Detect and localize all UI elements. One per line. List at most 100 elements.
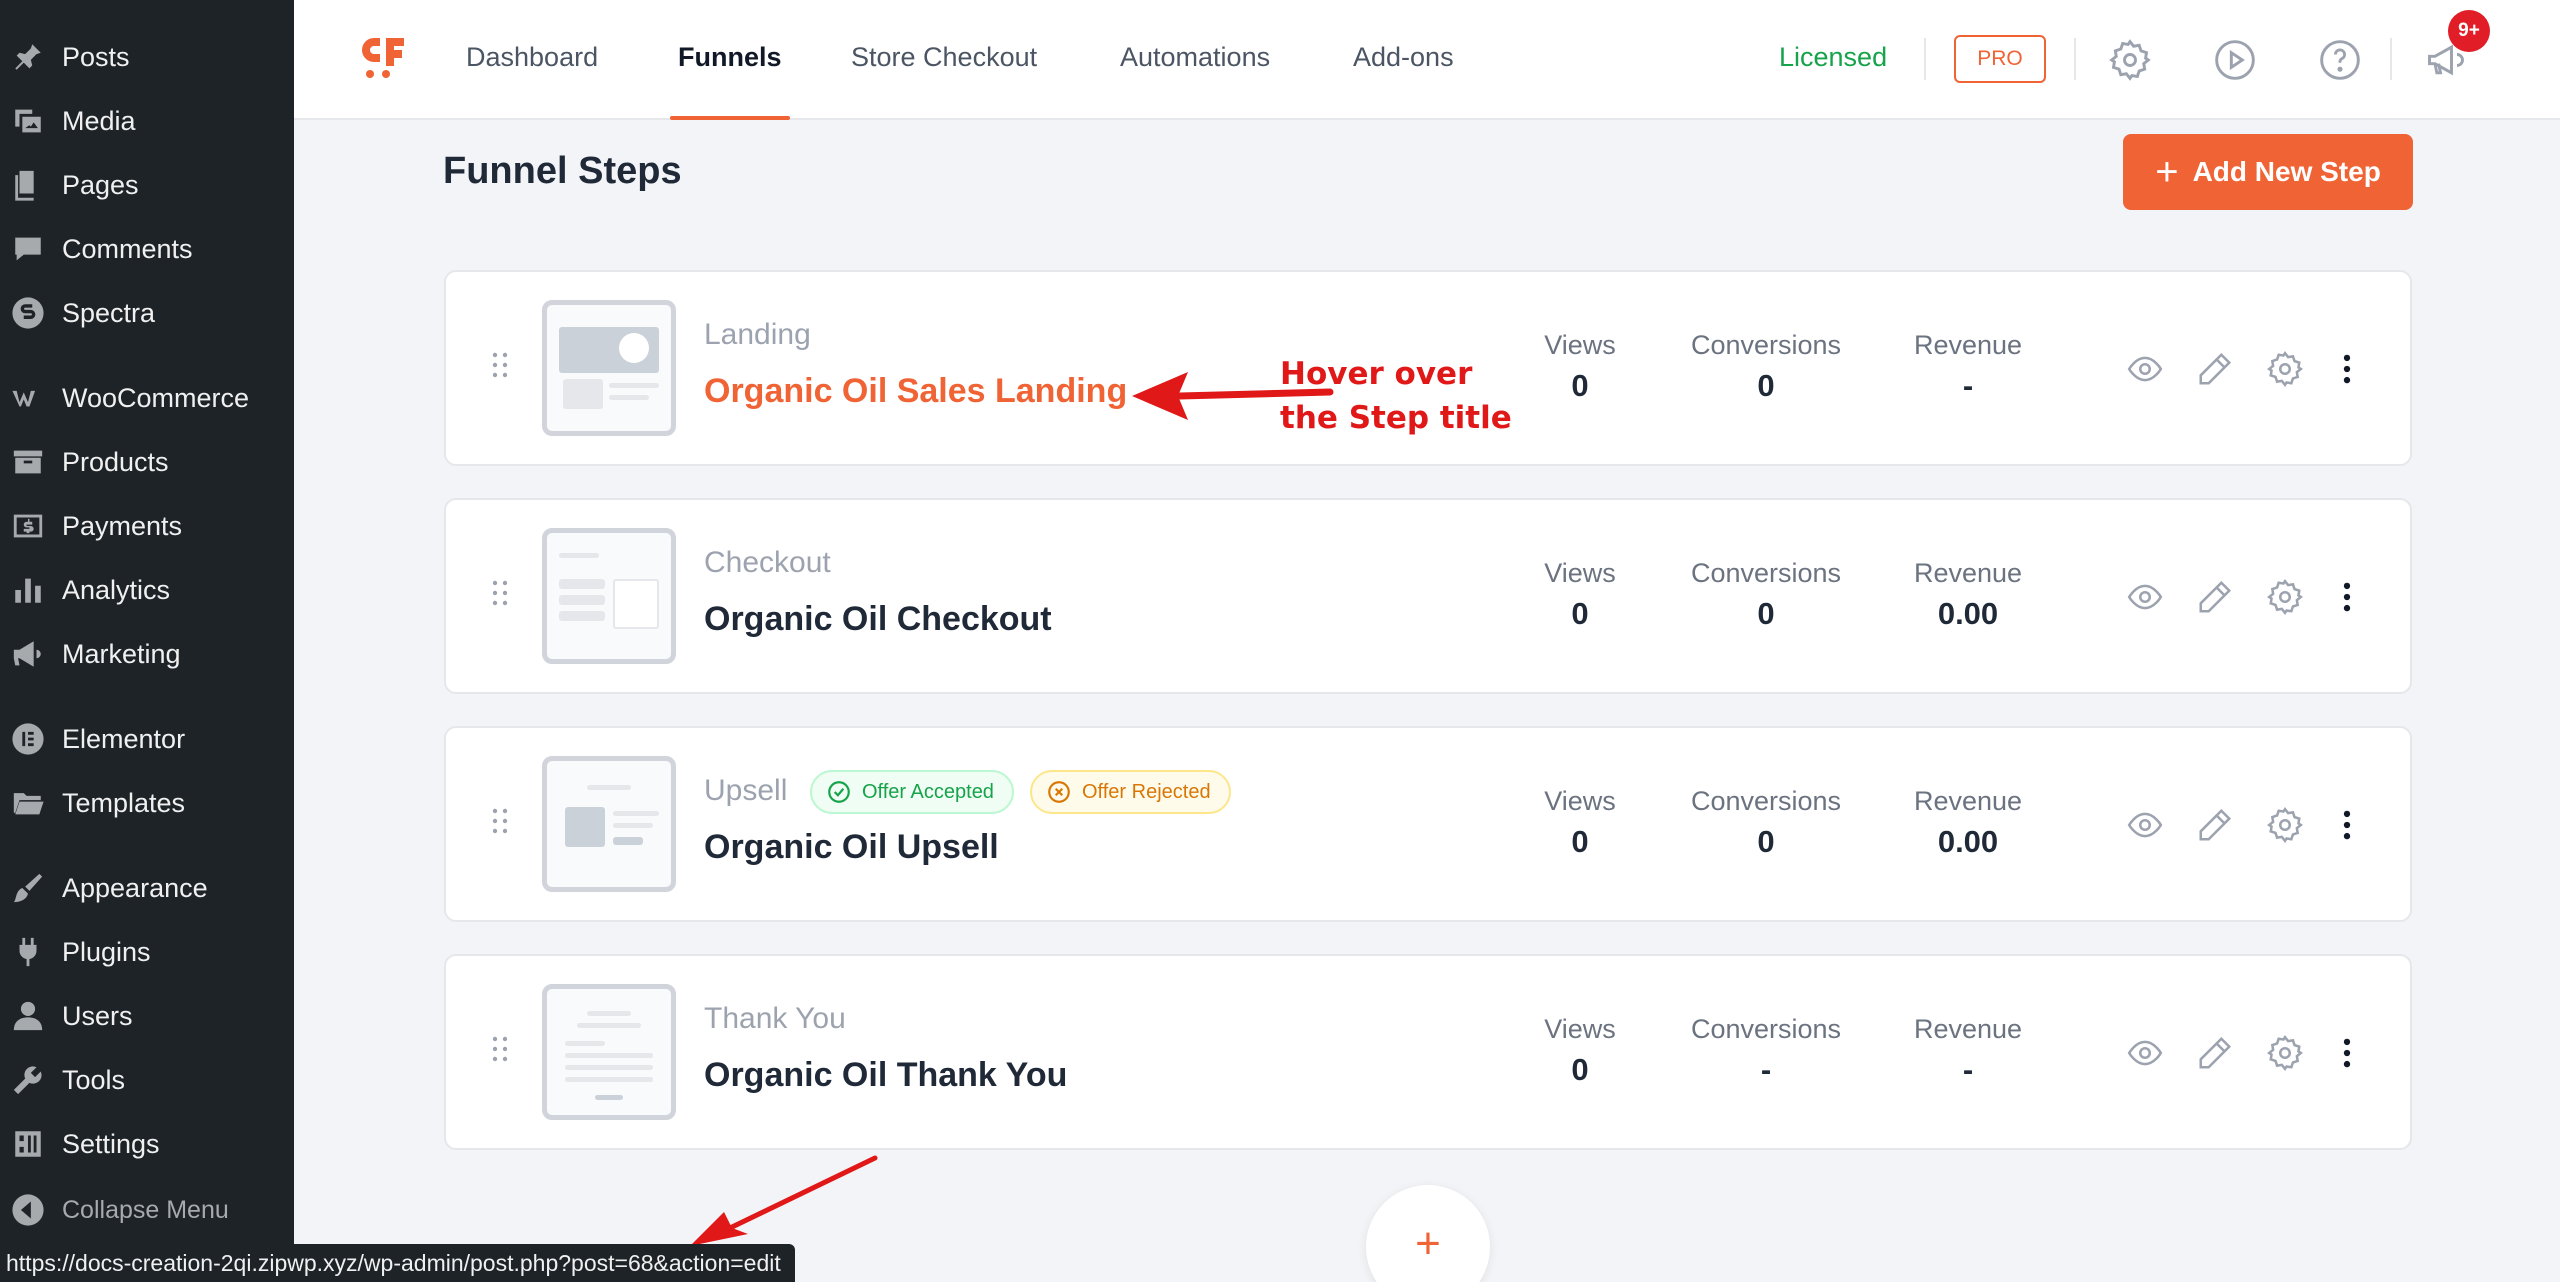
gear-icon[interactable] <box>2266 578 2304 616</box>
check-circle-icon <box>828 781 850 803</box>
annotation-text: Hover over the Step title <box>1280 352 1540 440</box>
sidebar-item-templates[interactable]: Templates <box>0 775 294 831</box>
eye-icon[interactable] <box>2126 578 2164 616</box>
tab-label: Funnels <box>678 42 782 72</box>
add-step-circle-button[interactable]: + <box>1366 1185 1490 1282</box>
edit-pencil-icon[interactable] <box>2196 806 2234 844</box>
wrench-icon <box>8 1060 48 1100</box>
brush-icon <box>8 868 48 908</box>
sidebar-item-appearance[interactable]: Appearance <box>0 860 294 916</box>
tab-store-checkout[interactable]: Store Checkout <box>851 42 1037 120</box>
sidebar-item-products[interactable]: Products <box>0 434 294 490</box>
tab-automations[interactable]: Automations <box>1120 42 1270 120</box>
sidebar-item-settings[interactable]: Settings <box>0 1116 294 1172</box>
revenue-value: 0.00 <box>1937 596 1999 631</box>
drag-handle-icon[interactable] <box>490 806 510 836</box>
cartflows-logo[interactable] <box>356 30 412 86</box>
play-icon[interactable] <box>2213 38 2257 82</box>
active-tab-indicator <box>670 116 790 120</box>
step-title-link[interactable]: Organic Oil Checkout <box>704 600 1052 639</box>
sidebar-item-pages[interactable]: Pages <box>0 157 294 213</box>
eye-icon[interactable] <box>2126 1034 2164 1072</box>
views-label: Views <box>1544 786 1616 816</box>
bar-chart-icon <box>8 570 48 610</box>
revenue-label: Revenue <box>1913 786 2023 816</box>
views-label: Views <box>1544 1014 1616 1044</box>
comment-icon <box>8 229 48 269</box>
sidebar-item-label: Analytics <box>62 574 171 605</box>
step-title-link[interactable]: Organic Oil Upsell <box>704 828 999 867</box>
edit-pencil-icon[interactable] <box>2196 578 2234 616</box>
plug-icon <box>8 932 48 972</box>
tab-dashboard[interactable]: Dashboard <box>466 42 598 120</box>
step-title-link[interactable]: Organic Oil Thank You <box>704 1056 1067 1095</box>
offer-rejected-label: Offer Rejected <box>1082 780 1211 803</box>
sidebar-item-label: Spectra <box>62 297 156 328</box>
box-icon <box>8 442 48 482</box>
gear-icon[interactable] <box>2266 806 2304 844</box>
step-type: Upsell <box>704 774 788 807</box>
revenue-value: - <box>1962 1052 1974 1087</box>
collapse-menu-button[interactable]: Collapse Menu <box>0 1182 294 1238</box>
offer-accepted-badge[interactable]: Offer Accepted <box>810 770 1014 814</box>
drag-handle-icon[interactable] <box>490 350 510 380</box>
help-icon[interactable] <box>2318 38 2362 82</box>
step-thumbnail <box>542 300 676 436</box>
sidebar-item-label: Templates <box>62 787 186 818</box>
edit-pencil-icon[interactable] <box>2196 1034 2234 1072</box>
step-title-link[interactable]: Organic Oil Sales Landing <box>704 372 1127 411</box>
sidebar-item-plugins[interactable]: Plugins <box>0 924 294 980</box>
license-status: Licensed <box>1779 42 1888 72</box>
more-vertical-icon[interactable] <box>2328 350 2366 388</box>
add-new-step-button[interactable]: + Add New Step <box>2123 134 2413 210</box>
sidebar-item-marketing[interactable]: Marketing <box>0 626 294 682</box>
step-card-upsell: Upsell Offer Accepted Offer Rejected Org… <box>444 726 2412 922</box>
sidebar-item-spectra[interactable]: Spectra <box>0 285 294 341</box>
woo-icon <box>8 378 48 418</box>
sidebar-item-label: Marketing <box>62 638 181 669</box>
tab-add-ons[interactable]: Add-ons <box>1353 42 1454 120</box>
status-bar-url: https://docs-creation-2qi.zipwp.xyz/wp-a… <box>0 1244 795 1282</box>
sidebar-item-analytics[interactable]: Analytics <box>0 562 294 618</box>
page-title: Funnel Steps <box>443 150 682 192</box>
folder-icon <box>8 783 48 823</box>
edit-pencil-icon[interactable] <box>2196 350 2234 388</box>
sidebar-item-payments[interactable]: Payments <box>0 498 294 554</box>
tab-funnels[interactable]: Funnels <box>670 42 790 120</box>
sidebar-item-posts[interactable]: Posts <box>0 29 294 85</box>
pages-icon <box>8 165 48 205</box>
sidebar-item-comments[interactable]: Comments <box>0 221 294 277</box>
pro-badge[interactable]: PRO <box>1954 35 2046 83</box>
drag-handle-icon[interactable] <box>490 1034 510 1064</box>
sidebar-item-media[interactable]: Media <box>0 93 294 149</box>
step-type: Thank You <box>704 1002 846 1035</box>
step-type: Checkout <box>704 546 831 579</box>
eye-icon[interactable] <box>2126 806 2164 844</box>
tab-label: Add-ons <box>1353 42 1454 72</box>
drag-handle-icon[interactable] <box>490 578 510 608</box>
annotation-line-2: the Step title <box>1280 400 1512 436</box>
offer-rejected-badge[interactable]: Offer Rejected <box>1030 770 1231 814</box>
revenue-label: Revenue <box>1913 1014 2023 1044</box>
sidebar-item-elementor[interactable]: Elementor <box>0 711 294 767</box>
media-icon <box>8 101 48 141</box>
annotation-arrow-to-url <box>690 1155 878 1246</box>
x-circle-icon <box>1048 781 1070 803</box>
collapse-menu-label: Collapse Menu <box>62 1195 229 1224</box>
sidebar-item-label: Appearance <box>62 872 208 903</box>
sidebar-item-tools[interactable]: Tools <box>0 1052 294 1108</box>
gear-icon[interactable] <box>2266 1034 2304 1072</box>
more-vertical-icon[interactable] <box>2328 578 2366 616</box>
divider <box>2390 38 2392 80</box>
sidebar-item-users[interactable]: Users <box>0 988 294 1044</box>
more-vertical-icon[interactable] <box>2328 806 2366 844</box>
gear-icon[interactable] <box>2266 350 2304 388</box>
views-value: 0 <box>1571 1052 1589 1087</box>
sidebar-item-woocommerce[interactable]: WooCommerce <box>0 370 294 426</box>
more-vertical-icon[interactable] <box>2328 1034 2366 1072</box>
tab-label: Dashboard <box>466 42 599 72</box>
sidebar-item-label: Users <box>62 1000 133 1031</box>
eye-icon[interactable] <box>2126 350 2164 388</box>
sidebar-item-label: Tools <box>62 1064 126 1095</box>
gear-icon[interactable] <box>2108 38 2152 82</box>
